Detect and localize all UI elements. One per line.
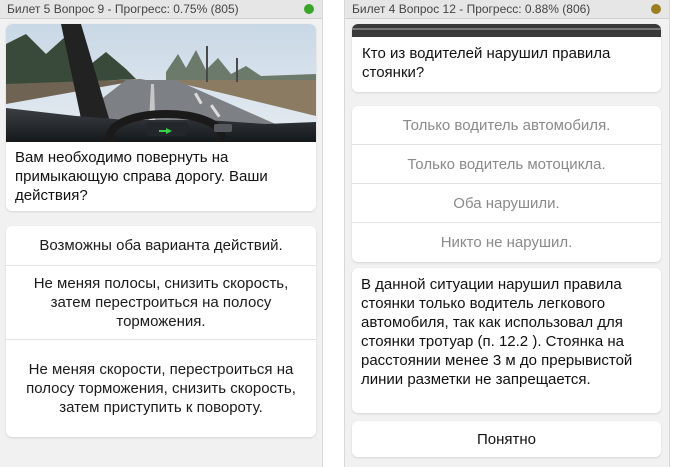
answer-option-3[interactable]: Не меняя скорости, перестроиться на поло… (6, 340, 316, 437)
image-strip (352, 24, 661, 37)
answer-option-1[interactable]: Возможны оба варианта действий. (6, 226, 316, 266)
question-text: Кто из водителей нарушил правила стоянки… (362, 45, 611, 81)
left-screen: Билет 5 Вопрос 9 - Прогресс: 0.75% (805) (0, 0, 323, 467)
question-card: Кто из водителей нарушил правила стоянки… (352, 24, 661, 92)
answer-option-4[interactable]: Никто не нарушил. (352, 223, 661, 262)
answer-list: Возможны оба варианта действий. Не меняя… (6, 226, 316, 437)
answer-list: Только водитель автомобиля. Только водит… (352, 106, 661, 262)
right-screen: Билет 4 Вопрос 12 - Прогресс: 0.88% (806… (344, 0, 670, 467)
explanation-text: В данной ситуации нарушил правила стоянк… (361, 276, 633, 388)
image-strip-line (352, 28, 661, 30)
status-dot-icon (304, 4, 314, 14)
progress-status: Билет 5 Вопрос 9 - Прогресс: 0.75% (805) (7, 2, 239, 16)
progress-status: Билет 4 Вопрос 12 - Прогресс: 0.88% (806… (352, 2, 591, 16)
answer-option-2[interactable]: Только водитель мотоцикла. (352, 145, 661, 184)
got-it-button[interactable]: Понятно (352, 421, 661, 457)
status-bar: Билет 5 Вопрос 9 - Прогресс: 0.75% (805) (0, 0, 322, 19)
answer-option-1[interactable]: Только водитель автомобиля. (352, 106, 661, 145)
question-card: Вам необходимо повернуть на примыкающую … (6, 24, 316, 211)
status-bar: Билет 4 Вопрос 12 - Прогресс: 0.88% (806… (345, 0, 669, 19)
road-scene-image (6, 24, 316, 142)
answer-option-3[interactable]: Оба нарушили. (352, 184, 661, 223)
status-dot-icon (651, 4, 661, 14)
explanation-card: В данной ситуации нарушил правила стоянк… (352, 268, 661, 413)
question-text: Вам необходимо повернуть на примыкающую … (15, 149, 268, 204)
answer-option-2[interactable]: Не меняя полосы, снизить скорость, затем… (6, 266, 316, 340)
